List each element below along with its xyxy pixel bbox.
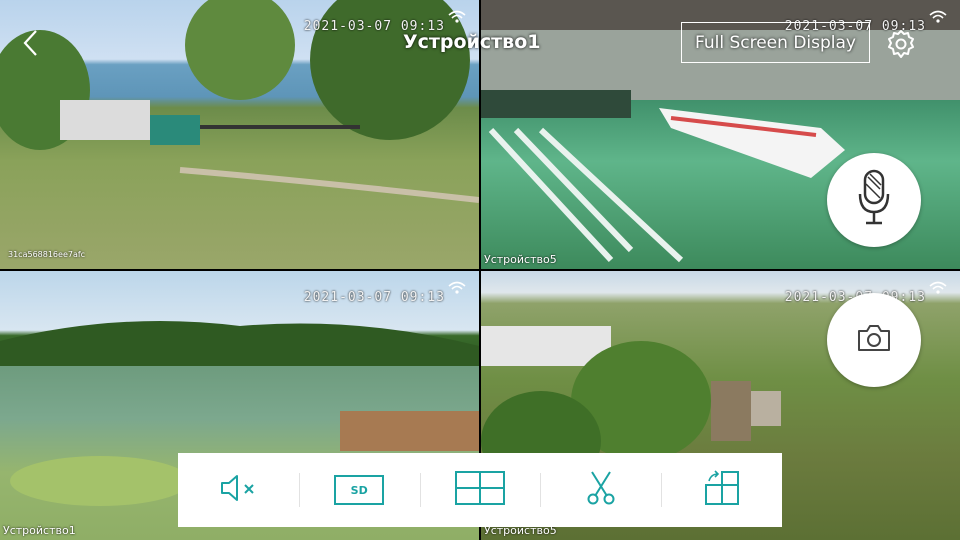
microphone-button[interactable]: [827, 153, 921, 247]
mute-button[interactable]: [178, 453, 299, 527]
quality-button[interactable]: SD: [298, 453, 420, 527]
snapshot-button[interactable]: [827, 293, 921, 387]
wifi-icon: [447, 281, 467, 295]
full-screen-button[interactable]: Full Screen Display: [681, 22, 870, 63]
grid-layout-icon: [454, 470, 506, 510]
microphone-icon: [856, 168, 892, 232]
tile-timestamp: 2021-03-07 09:13: [303, 290, 445, 305]
rotate-screen-icon: [703, 469, 741, 511]
speaker-muted-icon: [218, 472, 258, 508]
wifi-icon: [928, 10, 948, 24]
camera-icon: [856, 323, 892, 357]
wifi-icon: [928, 281, 948, 295]
tile-device-label: Устройство1: [3, 524, 76, 537]
scissors-icon: [585, 470, 617, 510]
device-uid: 31ca568816ee7afc: [8, 250, 86, 259]
quality-badge: SD: [334, 475, 385, 505]
gear-icon[interactable]: [884, 27, 918, 61]
playback-toolbar: SD: [178, 453, 782, 527]
tile-device-label: Устройство5: [484, 253, 557, 266]
wifi-icon: [447, 10, 467, 24]
layout-button[interactable]: [419, 453, 541, 527]
chevron-left-icon[interactable]: [20, 28, 42, 58]
rotate-button[interactable]: [661, 453, 782, 527]
clip-button[interactable]: [540, 453, 661, 527]
page-title: Устройство1: [403, 31, 541, 53]
